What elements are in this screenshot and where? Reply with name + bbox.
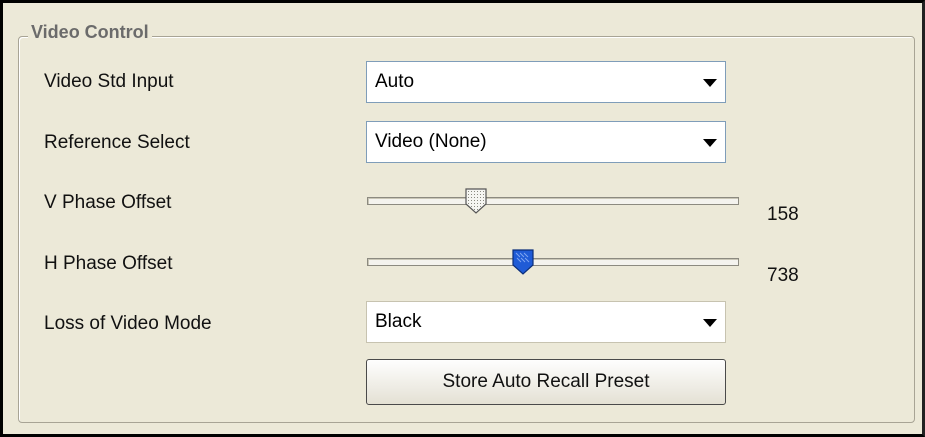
loss-of-video-mode-label: Loss of Video Mode [44,313,212,334]
chevron-down-icon [703,79,717,87]
reference-select-dropdown[interactable]: Video (None) [366,121,726,163]
h-phase-offset-slider[interactable] [367,249,739,275]
video-std-input-dropdown[interactable]: Auto [366,61,726,103]
v-phase-slider-thumb[interactable] [465,188,487,214]
loss-of-video-mode-dropdown[interactable]: Black [366,301,726,343]
reference-select-label: Reference Select [44,132,190,153]
h-phase-slider-thumb[interactable] [512,249,534,275]
reference-select-value: Video (None) [375,131,487,152]
video-std-input-value: Auto [375,71,415,92]
store-auto-recall-preset-button[interactable]: Store Auto Recall Preset [366,359,726,405]
chevron-down-icon [703,319,717,327]
chevron-down-icon [703,139,717,147]
h-phase-offset-label: H Phase Offset [44,253,173,274]
v-phase-offset-label: V Phase Offset [44,192,172,213]
video-std-input-label: Video Std Input [44,71,174,92]
loss-of-video-mode-value: Black [375,311,422,332]
group-title: Video Control [28,22,152,43]
h-phase-offset-value: 738 [767,265,799,286]
v-phase-offset-value: 158 [767,204,799,225]
v-phase-offset-slider[interactable] [367,188,739,214]
